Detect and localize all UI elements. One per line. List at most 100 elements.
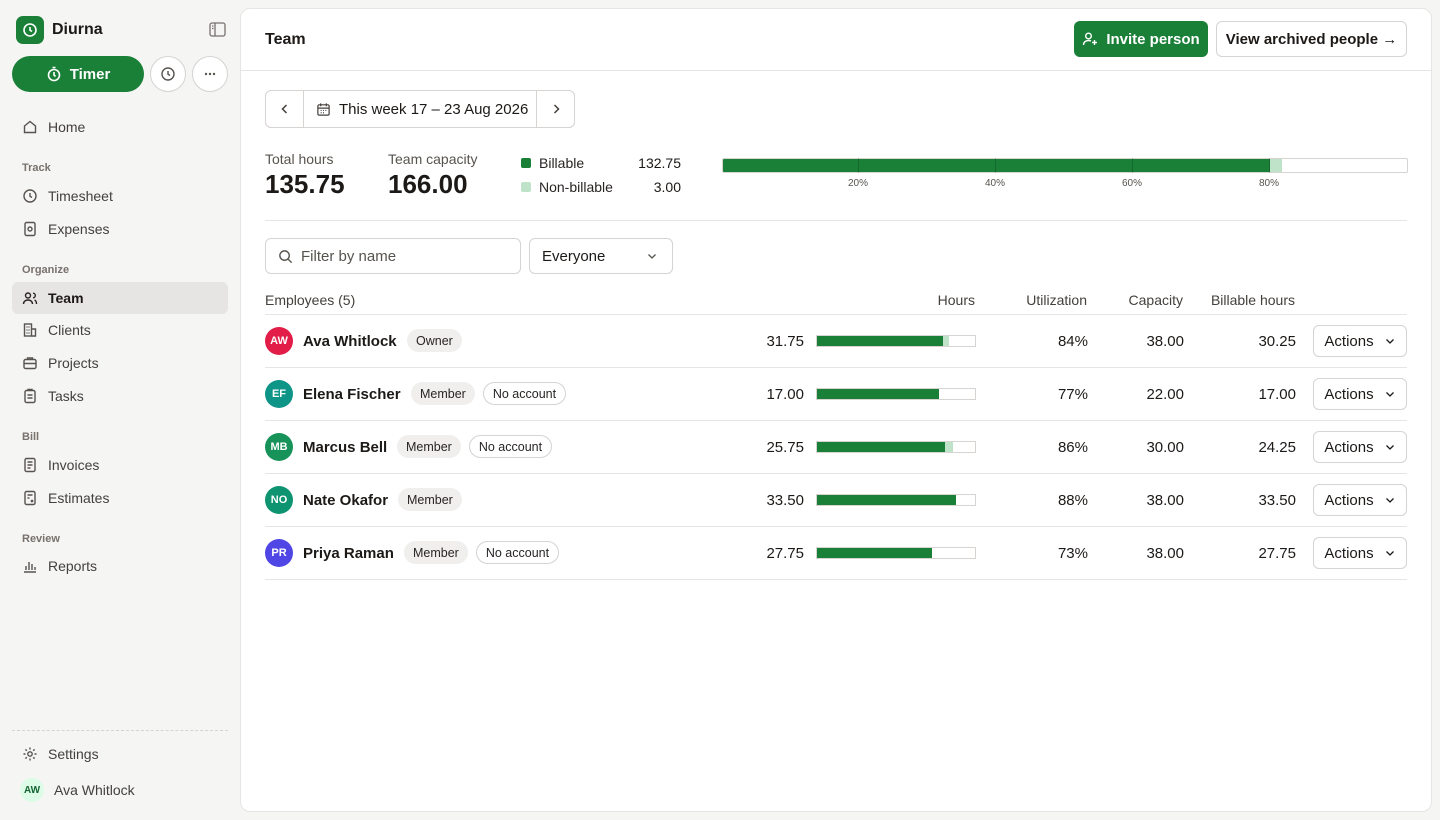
sidebar: Diurna Timer Home Track Timesheet Expens… [0, 0, 240, 820]
actions-label: Actions [1324, 438, 1374, 456]
sidebar-item-tasks[interactable]: Tasks [12, 380, 228, 412]
app-name: Diurna [52, 21, 103, 38]
chevron-right-icon [553, 104, 560, 114]
nonbillable-swatch [521, 182, 531, 192]
sidebar-item-label: Invoices [48, 457, 100, 473]
employee-name[interactable]: Elena Fischer [303, 386, 401, 403]
row-divider [265, 579, 1407, 580]
column-header-billable-hours[interactable]: Billable hours [1211, 292, 1295, 308]
employee-name[interactable]: Priya Raman [303, 545, 394, 562]
sidebar-item-projects[interactable]: Projects [12, 347, 228, 379]
tick-label: 80% [1258, 178, 1280, 189]
column-header-capacity[interactable]: Capacity [1129, 292, 1183, 308]
clock-icon [23, 189, 37, 203]
sidebar-item-expenses[interactable]: Expenses [12, 213, 228, 245]
team-capacity-value: 166.00 [388, 169, 468, 199]
filter-field[interactable] [265, 238, 521, 274]
brand[interactable]: Diurna [16, 16, 103, 44]
history-button[interactable] [150, 56, 186, 92]
sidebar-item-settings[interactable]: Settings [12, 738, 228, 770]
nonbillable-value: 3.00 [653, 179, 681, 195]
role-badge: Owner [407, 329, 462, 352]
chevron-down-icon [1385, 339, 1394, 344]
badge-group: Owner [407, 329, 462, 352]
user-name: Ava Whitlock [54, 782, 135, 798]
table-row[interactable]: MB Marcus Bell Member No account 25.75 86… [265, 421, 1407, 474]
column-header-hours[interactable]: Hours [938, 292, 975, 308]
bar-tick [995, 158, 996, 173]
sidebar-item-label: Home [48, 119, 86, 135]
actions-label: Actions [1324, 544, 1374, 562]
invite-person-button[interactable]: Invite person [1074, 21, 1208, 57]
hours-value: 27.75 [766, 545, 804, 562]
legend-billable: Billable [521, 155, 584, 171]
legend-nonbillable: Non-billable [521, 179, 613, 195]
capacity-bar-billable [723, 159, 1270, 172]
role-badge: Member [398, 488, 462, 511]
table-row[interactable]: EF Elena Fischer Member No account 17.00 … [265, 368, 1407, 421]
utilization-value: 88% [1057, 492, 1088, 509]
section-label-organize: Organize [22, 264, 70, 276]
header-divider [241, 70, 1431, 71]
chevron-down-icon [1385, 551, 1394, 556]
user-menu[interactable]: AW Ava Whitlock [20, 778, 135, 802]
capacity-value: 38.00 [1146, 545, 1184, 562]
sidebar-item-estimates[interactable]: Estimates [12, 482, 228, 514]
actions-button[interactable]: Actions [1313, 431, 1407, 463]
sidebar-item-timesheet[interactable]: Timesheet [12, 180, 228, 212]
next-week-button[interactable] [536, 91, 574, 127]
chevron-down-icon [1385, 445, 1394, 450]
billable-value: 132.75 [638, 155, 681, 171]
sidebar-item-label: Expenses [48, 221, 110, 237]
more-button[interactable] [192, 56, 228, 92]
actions-button[interactable]: Actions [1313, 378, 1407, 410]
users-icon [22, 292, 38, 305]
hours-value: 31.75 [766, 333, 804, 350]
clock-logo-icon [16, 16, 44, 44]
utilization-value: 73% [1057, 545, 1088, 562]
total-hours-value: 135.75 [265, 169, 345, 199]
previous-week-button[interactable] [266, 91, 304, 127]
utilization-bar-nonbillable [942, 336, 950, 346]
utilization-bar-billable [817, 442, 945, 452]
utilization-bar [816, 335, 976, 347]
section-label-review: Review [22, 533, 60, 545]
utilization-value: 86% [1057, 439, 1088, 456]
home-icon [23, 120, 37, 134]
search-icon [279, 249, 293, 263]
chevron-down-icon [648, 254, 656, 259]
chevron-left-icon [280, 104, 287, 114]
employee-name[interactable]: Marcus Bell [303, 439, 387, 456]
employee-name[interactable]: Nate Okafor [303, 492, 388, 509]
scope-select[interactable]: Everyone [529, 238, 673, 274]
gear-icon [23, 747, 37, 761]
sidebar-item-clients[interactable]: Clients [12, 314, 228, 346]
sidebar-toggle-icon[interactable] [209, 22, 226, 37]
timer-button[interactable]: Timer [12, 56, 144, 92]
utilization-bar [816, 441, 976, 453]
employee-name[interactable]: Ava Whitlock [303, 333, 397, 350]
utilization-bar-billable [817, 389, 940, 399]
invite-label: Invite person [1106, 30, 1200, 48]
actions-button[interactable]: Actions [1313, 325, 1407, 357]
avatar: EF [265, 380, 293, 408]
capacity-bar [722, 158, 1408, 173]
role-badge: Member [404, 541, 468, 564]
column-header-utilization[interactable]: Utilization [1026, 292, 1087, 308]
actions-button[interactable]: Actions [1313, 537, 1407, 569]
sidebar-item-invoices[interactable]: Invoices [12, 449, 228, 481]
table-row[interactable]: PR Priya Raman Member No account 27.75 73… [265, 527, 1407, 580]
actions-button[interactable]: Actions [1313, 484, 1407, 516]
week-range-label: This week 17 – 23 Aug 2026 [339, 100, 529, 118]
hours-value: 33.50 [766, 492, 804, 509]
sidebar-item-home[interactable]: Home [12, 111, 228, 143]
stats-divider [265, 220, 1407, 221]
sidebar-item-reports[interactable]: Reports [12, 550, 228, 582]
name-filter-input[interactable] [301, 247, 501, 265]
capacity-value: 38.00 [1146, 333, 1184, 350]
view-archived-button[interactable]: View archived people → [1216, 21, 1407, 57]
table-row[interactable]: NO Nate Okafor Member 33.50 88% 38.00 33… [265, 474, 1407, 527]
sidebar-item-team[interactable]: Team [12, 282, 228, 314]
table-row[interactable]: AW Ava Whitlock Owner 31.75 84% 38.00 30… [265, 315, 1407, 368]
week-range-picker[interactable]: This week 17 – 23 Aug 2026 [304, 91, 536, 127]
